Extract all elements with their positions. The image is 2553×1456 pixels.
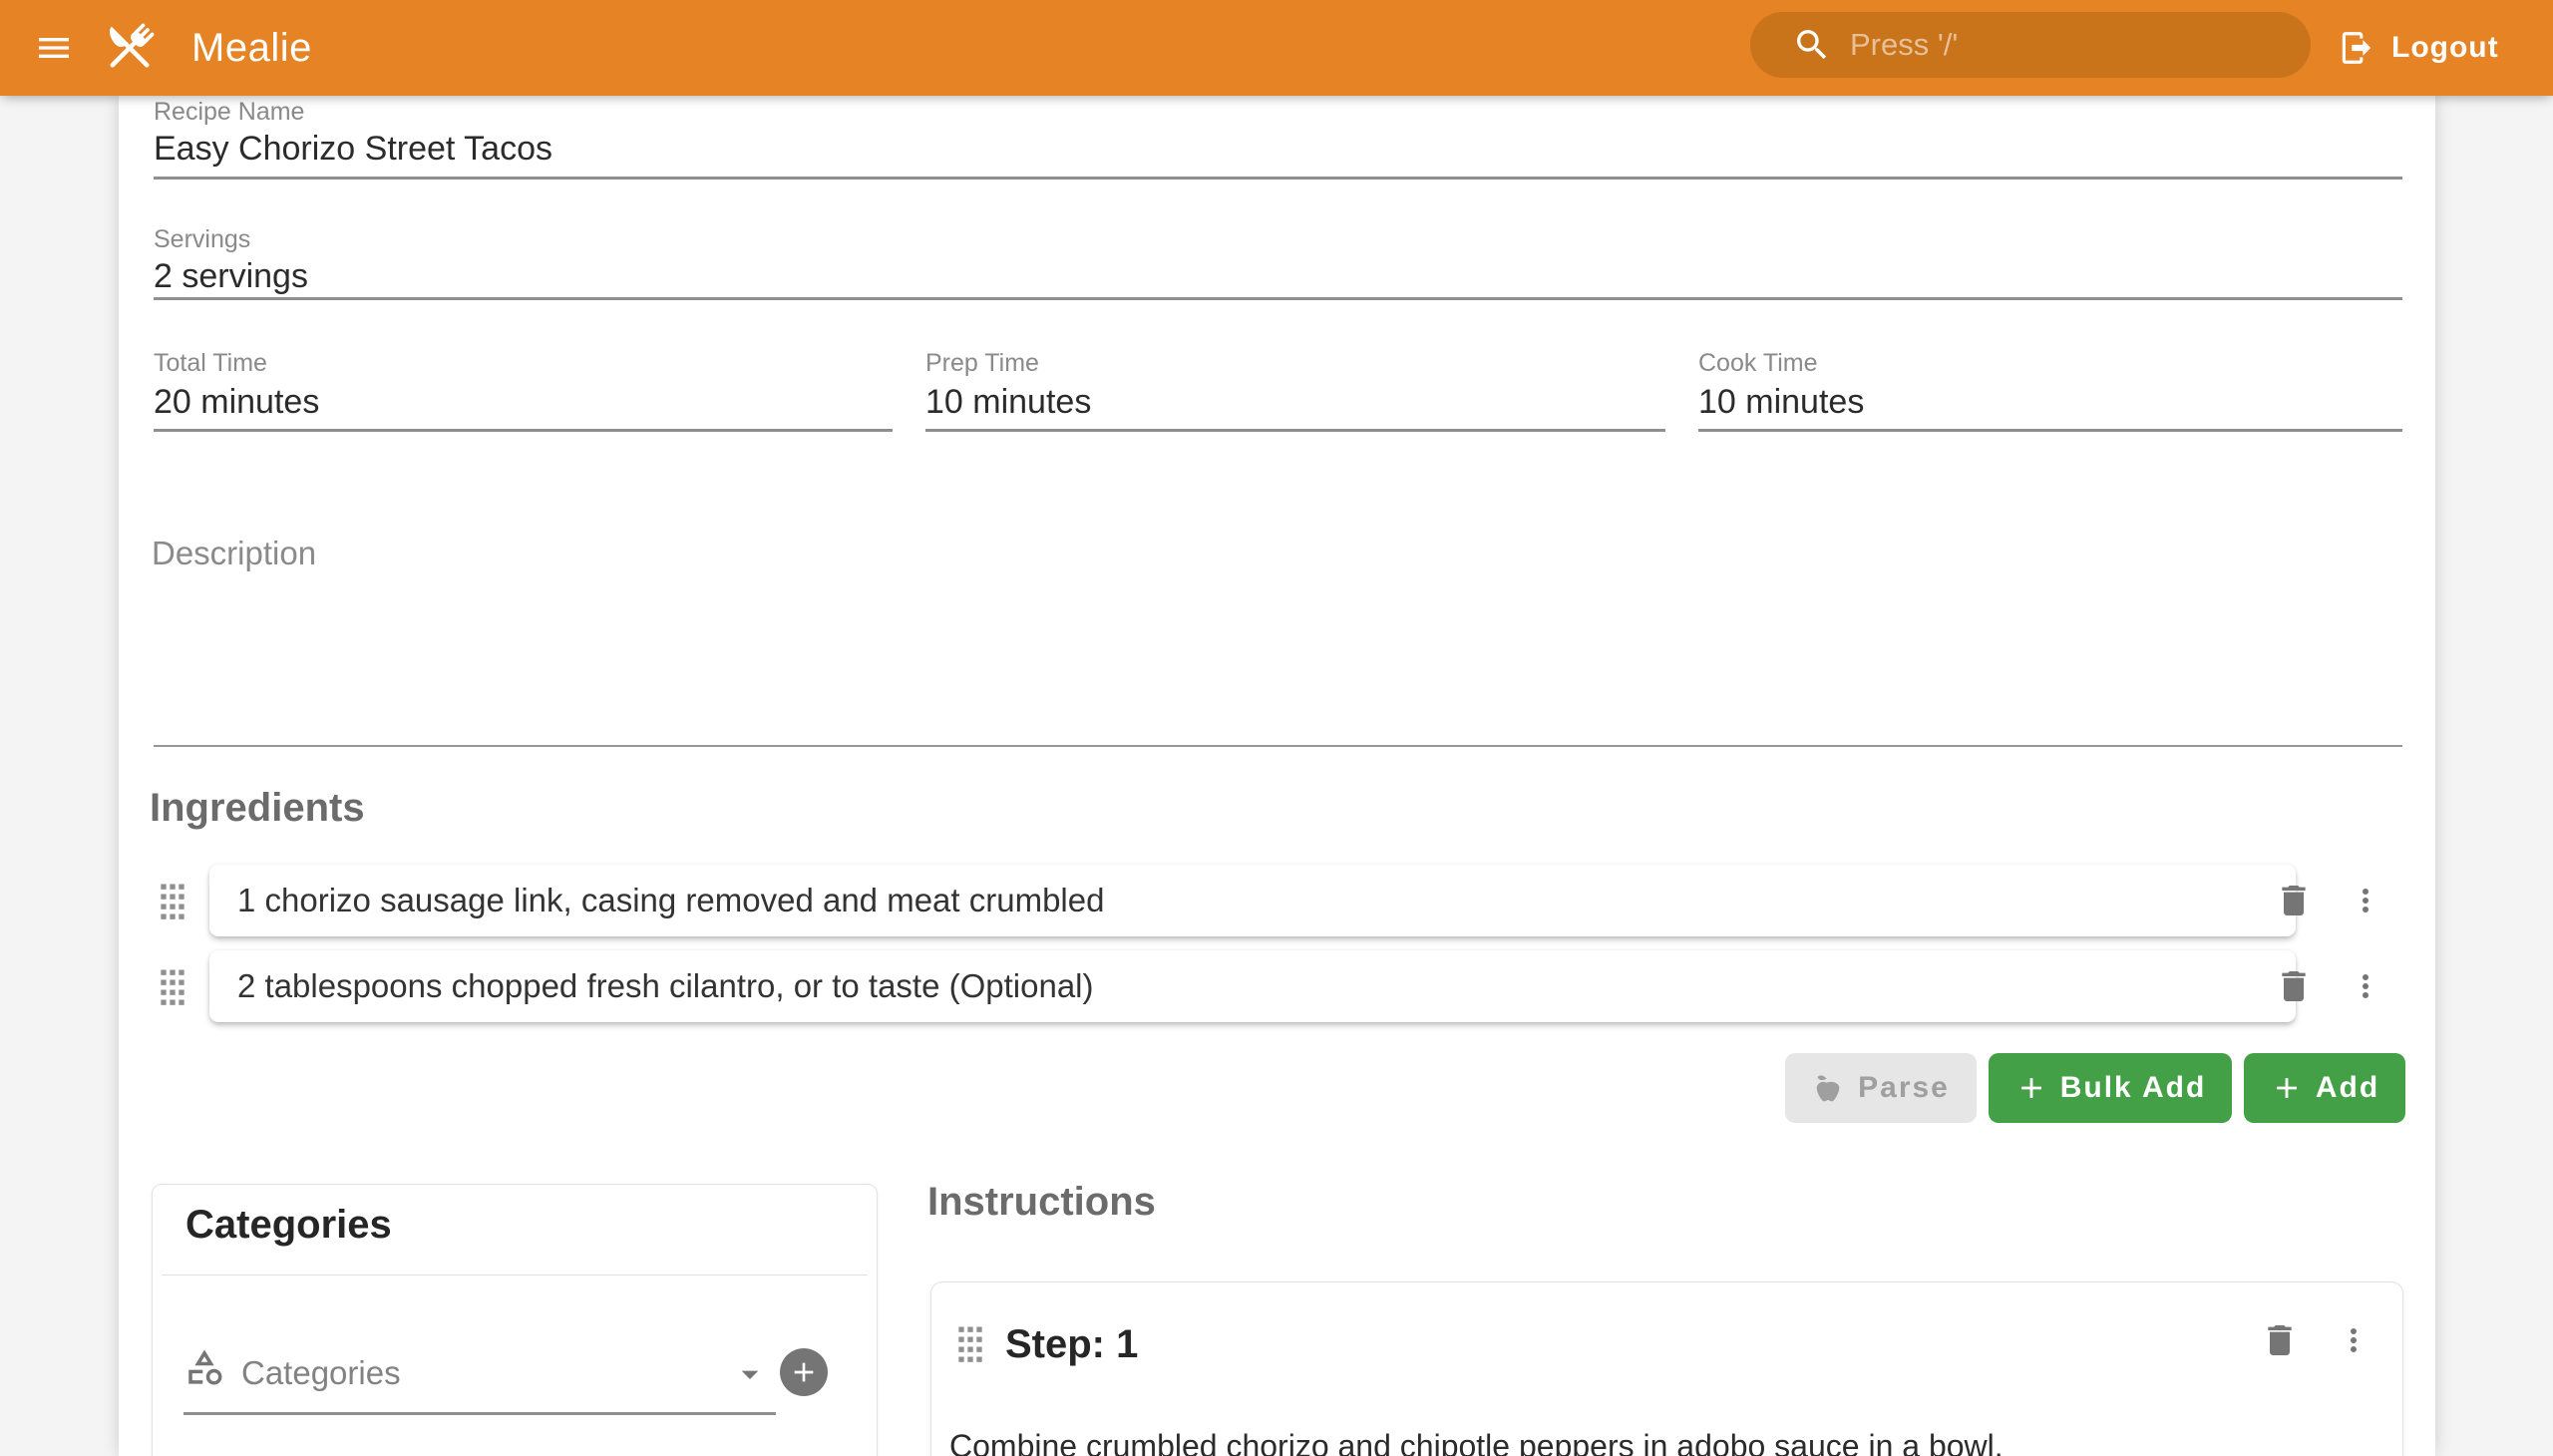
logout-button[interactable]: Logout (2338, 0, 2499, 96)
app-bar: Mealie Press '/' Logout (0, 0, 2553, 96)
plus-icon (788, 1356, 820, 1388)
recipe-name-label: Recipe Name (154, 98, 304, 127)
hamburger-menu-icon[interactable] (34, 28, 74, 73)
step-text-input[interactable]: Combine crumbled chorizo and chipotle pe… (949, 1428, 2004, 1456)
delete-step-icon[interactable] (2260, 1320, 2300, 1365)
recipe-name-field[interactable]: Easy Chorizo Street Tacos (154, 130, 552, 169)
mealie-recipe-editor-screen: Mealie Press '/' Logout Recipe Name Easy… (0, 0, 2553, 1456)
step-drag-handle[interactable] (955, 1324, 985, 1369)
parse-button-label: Parse (1858, 1071, 1950, 1105)
search-icon (1792, 25, 1832, 65)
instructions-heading: Instructions (927, 1180, 1156, 1225)
cook-time-label: Cook Time (1698, 349, 1817, 378)
add-category-button[interactable] (780, 1348, 828, 1396)
apple-icon (1812, 1072, 1844, 1104)
ingredient-text: 2 tablespoons chopped fresh cilantro, or… (237, 967, 1094, 1005)
logout-icon (2338, 29, 2375, 67)
plus-icon (2014, 1071, 2048, 1105)
ingredient-more-options-icon[interactable] (2348, 968, 2383, 1009)
mealie-logo-icon[interactable] (98, 16, 162, 85)
ingredient-input[interactable]: 1 chorizo sausage link, casing removed a… (209, 865, 2296, 936)
search-placeholder: Press '/' (1850, 27, 1958, 63)
categories-divider (162, 1274, 868, 1275)
delete-ingredient-icon[interactable] (2274, 881, 2314, 925)
plus-icon (2270, 1071, 2304, 1105)
total-time-label: Total Time (154, 349, 267, 378)
total-time-underline (154, 429, 893, 432)
ingredient-drag-handle[interactable] (158, 967, 187, 1012)
prep-time-underline (925, 429, 1665, 432)
servings-label: Servings (154, 225, 250, 254)
bulk-add-button[interactable]: Bulk Add (1989, 1053, 2232, 1123)
servings-field[interactable]: 2 servings (154, 257, 308, 296)
step-title: Step: 1 (1005, 1322, 1138, 1367)
categories-select[interactable]: Categories (241, 1354, 401, 1392)
bulk-add-button-label: Bulk Add (2060, 1071, 2207, 1105)
delete-ingredient-icon[interactable] (2274, 966, 2314, 1011)
categories-select-underline (183, 1412, 776, 1415)
add-button-label: Add (2316, 1071, 2379, 1105)
cook-time-field[interactable]: 10 minutes (1698, 383, 1864, 422)
total-time-field[interactable]: 20 minutes (154, 383, 319, 422)
description-label: Description (152, 535, 316, 572)
ingredient-input[interactable]: 2 tablespoons chopped fresh cilantro, or… (209, 950, 2296, 1022)
description-underline (154, 745, 2402, 747)
step-more-options-icon[interactable] (2336, 1322, 2371, 1363)
prep-time-field[interactable]: 10 minutes (925, 383, 1091, 422)
servings-underline (154, 297, 2402, 300)
ingredient-text: 1 chorizo sausage link, casing removed a… (237, 882, 1104, 919)
parse-button[interactable]: Parse (1785, 1053, 1977, 1123)
search-input[interactable]: Press '/' (1750, 12, 2311, 78)
ingredient-more-options-icon[interactable] (2348, 883, 2383, 923)
ingredient-drag-handle[interactable] (158, 882, 187, 926)
category-shapes-icon (183, 1346, 225, 1393)
prep-time-label: Prep Time (925, 349, 1039, 378)
add-ingredient-button[interactable]: Add (2244, 1053, 2405, 1123)
logout-label: Logout (2391, 31, 2499, 65)
ingredients-heading: Ingredients (150, 786, 365, 831)
chevron-down-icon[interactable] (730, 1354, 770, 1399)
categories-card-title: Categories (185, 1203, 392, 1248)
cook-time-underline (1698, 429, 2402, 432)
recipe-name-underline (154, 177, 2402, 180)
app-title: Mealie (191, 0, 312, 96)
description-textarea[interactable] (154, 573, 2402, 743)
